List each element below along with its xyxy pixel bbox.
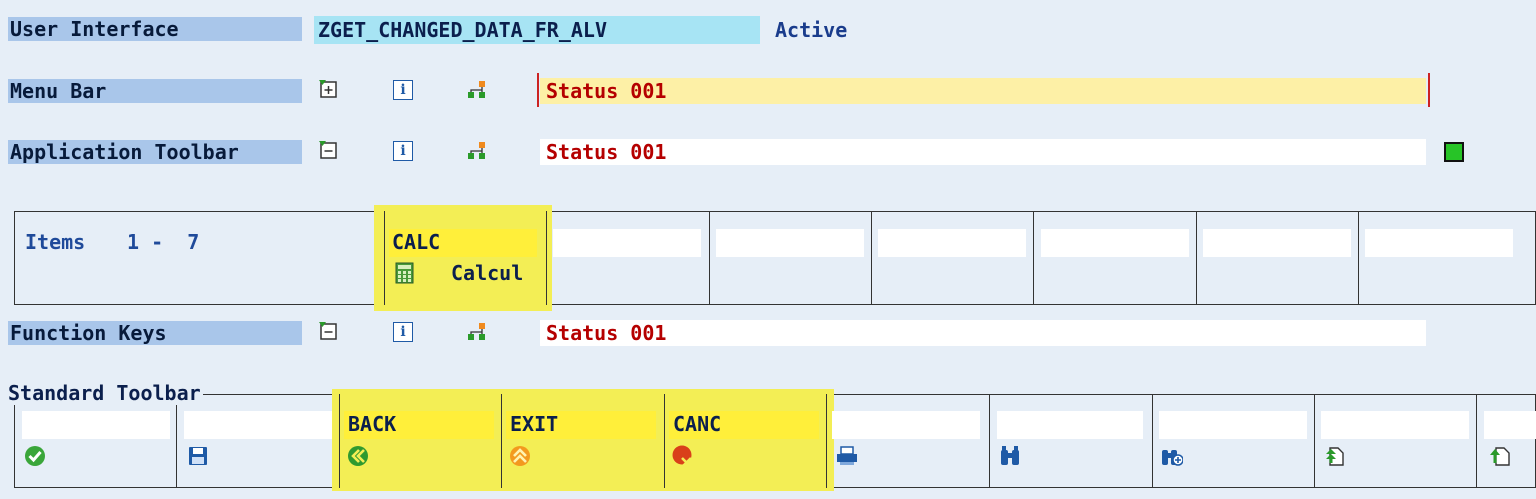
collapse-icon[interactable] [318, 140, 338, 160]
cell-divider [826, 394, 827, 488]
print-icon[interactable] [836, 445, 858, 467]
hierarchy-icon[interactable] [467, 322, 487, 342]
standard-toolbar-label: Standard Toolbar [8, 381, 203, 405]
toolbar-code-field[interactable] [1321, 411, 1469, 439]
hierarchy-icon[interactable] [467, 141, 487, 161]
calc-text: Calcul [451, 261, 524, 285]
toolbar-code-field[interactable] [832, 411, 980, 439]
exit-icon[interactable] [509, 445, 531, 467]
info-icon[interactable]: i [393, 80, 413, 100]
function-keys-label: Function Keys [8, 321, 302, 345]
calc-highlight [374, 205, 552, 311]
calc-code: CALC [392, 230, 441, 254]
save-icon[interactable] [187, 445, 209, 467]
items-panel [14, 211, 1536, 305]
first-page-icon[interactable] [1324, 445, 1346, 467]
menu-bar-label: Menu Bar [8, 79, 302, 103]
cell-divider [501, 394, 502, 488]
enter-icon[interactable] [24, 445, 46, 467]
cancel-code: CANC [673, 412, 722, 436]
empty-function-field[interactable] [878, 229, 1026, 257]
cancel-icon[interactable] [672, 445, 694, 467]
empty-function-field[interactable] [1203, 229, 1351, 257]
toolbar-code-field[interactable] [997, 411, 1143, 439]
menu-bar-status-field[interactable]: Status 001 [540, 78, 1426, 104]
application-toolbar-label: Application Toolbar [8, 140, 302, 164]
collapse-icon[interactable] [318, 321, 338, 341]
hierarchy-icon[interactable] [467, 80, 487, 100]
info-icon[interactable]: i [393, 141, 413, 161]
cell-divider [664, 394, 665, 488]
application-toolbar-status-field[interactable]: Status 001 [540, 139, 1426, 165]
user-interface-label: User Interface [8, 17, 302, 41]
cell-divider [546, 211, 547, 305]
back-code: BACK [348, 412, 397, 436]
empty-function-field[interactable] [716, 229, 864, 257]
calculator-icon [395, 262, 414, 284]
expand-icon[interactable] [318, 79, 338, 99]
empty-function-field[interactable] [1041, 229, 1189, 257]
cell-divider [339, 394, 340, 488]
toolbar-code-field[interactable] [184, 411, 332, 439]
exit-code: EXIT [510, 412, 559, 436]
cell-divider [384, 211, 385, 305]
toolbar-code-field[interactable] [1484, 411, 1536, 439]
function-keys-status-field[interactable]: Status 001 [540, 320, 1426, 346]
toolbar-code-field[interactable] [1159, 411, 1307, 439]
program-name-field[interactable]: ZGET_CHANGED_DATA_FR_ALV [314, 16, 760, 44]
find-next-icon[interactable] [1161, 445, 1183, 467]
find-icon[interactable] [999, 445, 1021, 467]
nav-buttons-highlight [332, 389, 834, 491]
prev-page-icon[interactable] [1488, 445, 1510, 467]
empty-function-field[interactable] [553, 229, 701, 257]
active-status-indicator [1444, 142, 1464, 162]
items-range: 1 - 7 [127, 230, 200, 254]
items-label: Items [25, 230, 86, 254]
info-icon[interactable]: i [393, 322, 413, 342]
back-icon[interactable] [347, 445, 369, 467]
status-active-text: Active [775, 18, 848, 42]
toolbar-code-field[interactable] [22, 411, 170, 439]
empty-function-field[interactable] [1365, 229, 1513, 257]
